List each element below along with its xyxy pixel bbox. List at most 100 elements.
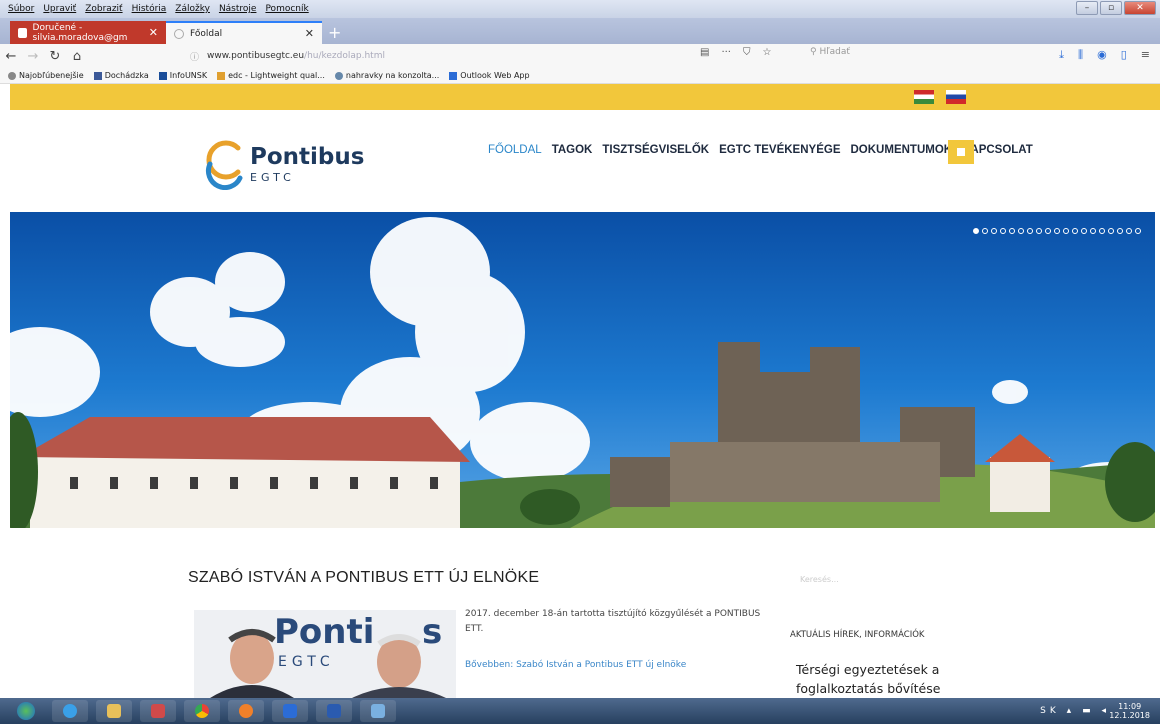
taskbar-media[interactable] [140, 700, 176, 722]
tray-arrow-icon[interactable]: ▴ [1067, 706, 1076, 716]
slider-dot[interactable] [1090, 228, 1096, 234]
nav-dokumentumok[interactable]: DOKUMENTUMOK [851, 144, 953, 156]
bookmark-item[interactable]: Dochádzka [93, 71, 149, 80]
slovak-flag-icon[interactable] [946, 90, 966, 104]
window-controls: – ▫ ✕ [1076, 1, 1156, 15]
taskbar-firefox[interactable] [228, 700, 264, 722]
slider-dot[interactable] [1054, 228, 1060, 234]
system-tray: SK ▴ ▬ ◂ [1040, 706, 1110, 716]
nav-egtc-tevekenysege[interactable]: EGTC TEVÉKENYÉGE [719, 144, 840, 156]
menu-edit[interactable]: Upraviť [43, 4, 76, 14]
bookmark-item[interactable]: Outlook Web App [449, 71, 530, 80]
search-input[interactable]: ⚲ Hľadať [810, 47, 850, 57]
reload-icon[interactable]: ↻ [44, 49, 66, 64]
site-logo[interactable]: Pontibus EGTC [200, 134, 370, 194]
start-button[interactable] [8, 700, 44, 722]
tab-label: Doručené - silvia.moradova@gm [32, 22, 128, 43]
slider-dot[interactable] [1135, 228, 1141, 234]
page-icon [174, 28, 184, 39]
close-tab-icon[interactable]: ✕ [149, 26, 158, 39]
slider-dot[interactable] [991, 228, 997, 234]
slider-dot[interactable] [1036, 228, 1042, 234]
taskbar-outlook[interactable] [272, 700, 308, 722]
bookmark-label: nahravky na konzolta... [345, 71, 440, 80]
logo-mark-icon [205, 140, 243, 190]
slider-dot[interactable] [1045, 228, 1051, 234]
minimize-button[interactable]: – [1076, 1, 1098, 15]
taskbar-explorer[interactable] [96, 700, 132, 722]
menu-tools[interactable]: Nástroje [219, 4, 257, 14]
slider-dot[interactable] [1063, 228, 1069, 234]
article-image[interactable]: Ponti s EGTC [194, 610, 456, 702]
more-icon[interactable]: ··· [721, 47, 731, 58]
slider-dot[interactable] [1126, 228, 1132, 234]
nav-fooldal[interactable]: FŐOLDAL [488, 144, 542, 156]
close-window-button[interactable]: ✕ [1124, 1, 1156, 15]
new-tab-button[interactable]: + [328, 23, 341, 42]
hamburger-menu-icon[interactable]: ≡ [1141, 48, 1150, 62]
reader-icon[interactable]: ▤ [700, 47, 709, 58]
address-bar[interactable]: ⓘ www.pontibusegtc.eu /hu/kezdolap.html [190, 47, 690, 65]
article-title[interactable]: SZABÓ ISTVÁN A PONTIBUS ETT ÚJ ELNÖKE [188, 569, 539, 587]
slider-dot[interactable] [1117, 228, 1123, 234]
menu-view[interactable]: Zobraziť [85, 4, 122, 14]
star-icon[interactable]: ☆ [763, 47, 772, 58]
tab-fooldal[interactable]: Főoldal ✕ [166, 21, 322, 44]
pocket-icon[interactable]: ⛉ [743, 47, 751, 58]
close-tab-icon[interactable]: ✕ [305, 27, 314, 40]
library-icon[interactable]: ⫼ [1078, 48, 1083, 62]
sidebar-icon[interactable]: ▯ [1121, 48, 1127, 62]
menu-help[interactable]: Pomocník [265, 4, 308, 14]
mail-icon [18, 27, 27, 38]
nav-tisztsegviselok[interactable]: TISZTSÉGVISELŐK [602, 144, 709, 156]
windows-icon [17, 702, 35, 720]
slider-dot[interactable] [1099, 228, 1105, 234]
slider-dot[interactable] [1027, 228, 1033, 234]
maximize-button[interactable]: ▫ [1100, 1, 1122, 15]
download-icon[interactable]: ⤓ [1059, 48, 1064, 62]
slider-dot[interactable] [1081, 228, 1087, 234]
slider-dot[interactable] [1009, 228, 1015, 234]
people-photo [204, 629, 454, 702]
lang-indicator[interactable]: SK [1040, 706, 1060, 716]
hungarian-flag-icon[interactable] [914, 90, 934, 104]
hero-slider[interactable] [10, 212, 1155, 528]
menu-history[interactable]: História [132, 4, 167, 14]
bookmark-item[interactable]: nahravky na konzolta... [334, 71, 440, 80]
network-icon[interactable]: ▬ [1082, 706, 1095, 716]
clock[interactable]: 11:09 12.1.2018 [1109, 702, 1150, 720]
slider-dot[interactable] [1000, 228, 1006, 234]
nav-search-button[interactable] [948, 140, 974, 164]
nav-tagok[interactable]: TAGOK [552, 144, 593, 156]
taskbar-ie[interactable] [52, 700, 88, 722]
article-excerpt: 2017. december 18-án tartotta tisztújító… [465, 609, 761, 634]
slider-dot[interactable] [982, 228, 988, 234]
menu-bookmarks[interactable]: Záložky [175, 4, 210, 14]
nav-bar: ← → ↻ ⌂ ⓘ www.pontibusegtc.eu /hu/kezdol… [0, 44, 1160, 68]
bookmark-item[interactable]: edc - Lightweight qual... [217, 71, 325, 80]
home-icon[interactable]: ⌂ [66, 49, 88, 64]
url-domain: www.pontibusegtc.eu [207, 51, 305, 61]
read-more-link[interactable]: Bővebben: Szabó István a Pontibus ETT új… [465, 660, 686, 670]
slider-dot[interactable] [1072, 228, 1078, 234]
forward-icon[interactable]: → [22, 49, 44, 64]
bookmark-item[interactable]: InfoUNSK [158, 71, 207, 80]
slider-dot[interactable] [1108, 228, 1114, 234]
slider-dot[interactable] [973, 228, 979, 234]
back-icon[interactable]: ← [0, 49, 22, 64]
taskbar-word[interactable] [316, 700, 352, 722]
crest-icon [158, 71, 167, 80]
taskbar-chrome[interactable] [184, 700, 220, 722]
tab-email[interactable]: Doručené - silvia.moradova@gm ✕ [10, 21, 166, 44]
menu-file[interactable]: Súbor [8, 4, 34, 14]
bookmark-label: Outlook Web App [460, 71, 530, 80]
screen: Súbor Upraviť Zobraziť História Záložky … [0, 0, 1160, 724]
hero-image [10, 217, 1155, 528]
slider-dot[interactable] [1018, 228, 1024, 234]
bookmark-item[interactable]: Najobľúbenejšie [8, 71, 84, 80]
sidebar-search-hint[interactable]: Keresés... [800, 575, 839, 584]
sync-icon[interactable]: ◉ [1097, 48, 1107, 62]
taskbar-app[interactable] [360, 700, 396, 722]
sidebar-news-title[interactable]: Térségi egyeztetések a foglalkoztatás bő… [796, 660, 966, 698]
outlook-icon [449, 71, 458, 80]
